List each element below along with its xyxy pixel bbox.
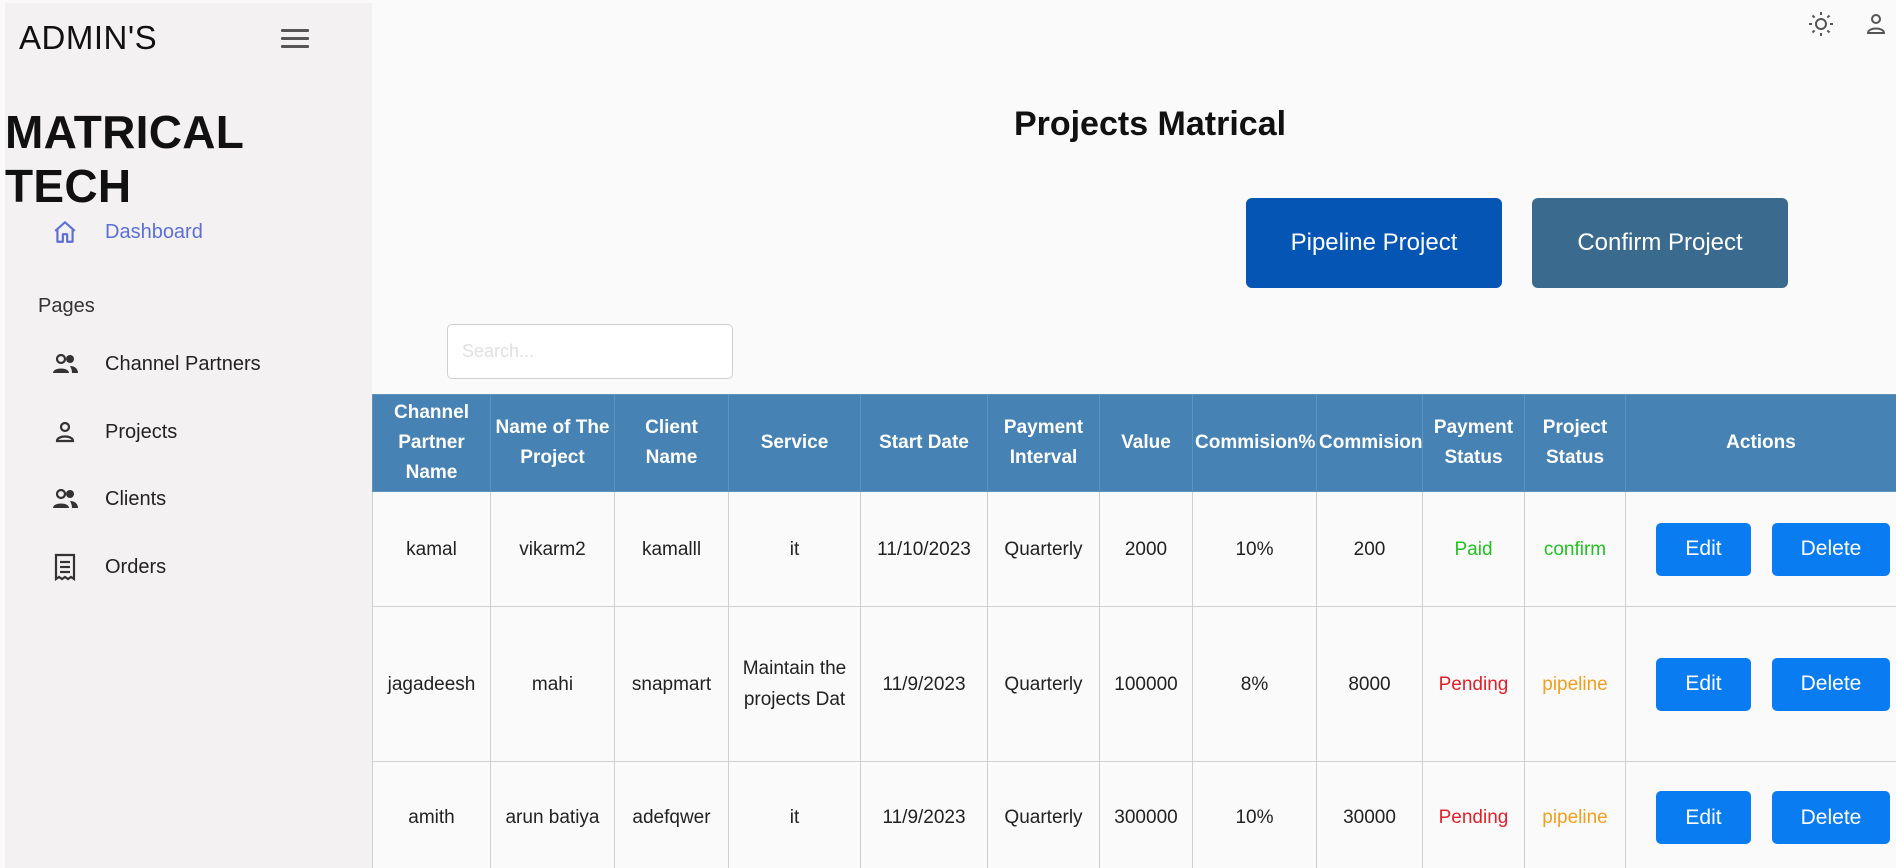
- column-header[interactable]: Commision%: [1192, 394, 1317, 492]
- table-row: kamal vikarm2 kamalll it 11/10/2023 Quar…: [372, 491, 1896, 607]
- table-header-row: Channel Partner Name Name of The Project…: [372, 394, 1896, 492]
- cell-interval: Quarterly: [987, 761, 1100, 868]
- edit-button[interactable]: Edit: [1656, 791, 1751, 844]
- table-row: amith arun batiya adefqwer it 11/9/2023 …: [372, 761, 1896, 868]
- menu-toggle-icon[interactable]: [281, 29, 309, 51]
- sidebar-item-label: Dashboard: [105, 220, 203, 243]
- cell-service: it: [728, 491, 861, 607]
- sun-icon[interactable]: [1805, 8, 1837, 40]
- users-icon: [49, 348, 81, 380]
- sidebar-item-label: Orders: [105, 555, 167, 578]
- delete-button[interactable]: Delete: [1772, 522, 1890, 576]
- column-header[interactable]: Channel Partner Name: [372, 394, 491, 492]
- projects-table: Channel Partner Name Name of The Project…: [372, 394, 1896, 868]
- sidebar-item-projects[interactable]: Projects: [49, 416, 177, 448]
- cell-actions: Edit Delete: [1625, 606, 1896, 762]
- cell-partner: kamal: [372, 491, 491, 607]
- cell-project: arun batiya: [490, 761, 615, 868]
- sidebar-item-label: Clients: [105, 487, 167, 510]
- cell-project: vikarm2: [490, 491, 615, 607]
- page-title: Projects Matrical: [1013, 105, 1287, 143]
- cell-value: 100000: [1099, 606, 1193, 762]
- cell-commission-pct: 10%: [1192, 761, 1317, 868]
- cell-start-date: 11/9/2023: [860, 761, 988, 868]
- cell-commission: 200: [1316, 491, 1423, 607]
- cell-commission-pct: 10%: [1192, 491, 1317, 607]
- cell-value: 2000: [1099, 491, 1193, 607]
- cell-payment-status: Paid: [1422, 491, 1525, 607]
- cell-actions: Edit Delete: [1625, 761, 1896, 868]
- admin-label: ADMIN'S: [19, 19, 158, 56]
- column-header[interactable]: Start Date: [860, 394, 988, 492]
- column-header[interactable]: Value: [1099, 394, 1193, 492]
- cell-project-status: pipeline: [1524, 761, 1626, 868]
- pipeline-project-button[interactable]: Pipeline Project: [1246, 198, 1502, 288]
- column-header[interactable]: Commision: [1316, 394, 1423, 492]
- receipt-icon: [49, 551, 81, 583]
- cell-value: 300000: [1099, 761, 1193, 868]
- edit-button[interactable]: Edit: [1656, 522, 1751, 576]
- column-header[interactable]: Client Name: [614, 394, 729, 492]
- delete-button[interactable]: Delete: [1772, 791, 1890, 844]
- users-icon: [49, 483, 81, 515]
- search-input[interactable]: [447, 324, 733, 379]
- cell-partner: jagadeesh: [372, 606, 491, 762]
- cell-commission: 8000: [1316, 606, 1423, 762]
- sidebar-item-label: Channel Partners: [105, 352, 261, 375]
- column-header[interactable]: Payment Interval: [987, 394, 1100, 492]
- cell-project-status: pipeline: [1524, 606, 1626, 762]
- cell-client: kamalll: [614, 491, 729, 607]
- column-header[interactable]: Payment Status: [1422, 394, 1525, 492]
- sidebar-item-orders[interactable]: Orders: [49, 551, 166, 583]
- user-icon: [49, 416, 81, 448]
- column-header[interactable]: Name of The Project: [490, 394, 615, 492]
- cell-commission-pct: 8%: [1192, 606, 1317, 762]
- cell-client: adefqwer: [614, 761, 729, 868]
- sidebar: ADMIN'S MATRICAL TECH Dashboard Pages Ch…: [5, 3, 372, 868]
- confirm-project-button[interactable]: Confirm Project: [1532, 198, 1788, 288]
- column-header[interactable]: Project Status: [1524, 394, 1626, 492]
- edit-button[interactable]: Edit: [1656, 657, 1751, 711]
- column-header[interactable]: Service: [728, 394, 861, 492]
- cell-service: it: [728, 761, 861, 868]
- cell-payment-status: Pending: [1422, 606, 1525, 762]
- delete-button[interactable]: Delete: [1772, 657, 1890, 711]
- cell-interval: Quarterly: [987, 491, 1100, 607]
- cell-partner: amith: [372, 761, 491, 868]
- cell-start-date: 11/9/2023: [860, 606, 988, 762]
- pages-section-label: Pages: [38, 295, 95, 317]
- cell-project: mahi: [490, 606, 615, 762]
- profile-icon[interactable]: [1860, 8, 1892, 40]
- cell-payment-status: Pending: [1422, 761, 1525, 868]
- brand-title: MATRICAL TECH: [5, 106, 244, 212]
- sidebar-item-clients[interactable]: Clients: [49, 483, 166, 515]
- column-header: Actions: [1625, 394, 1896, 492]
- home-icon: [49, 216, 81, 248]
- cell-project-status: confirm: [1524, 491, 1626, 607]
- cell-service: Maintain the projects Dat: [728, 606, 861, 762]
- cell-commission: 30000: [1316, 761, 1423, 868]
- cell-interval: Quarterly: [987, 606, 1100, 762]
- sidebar-item-channel-partners[interactable]: Channel Partners: [49, 348, 261, 380]
- cell-start-date: 11/10/2023: [860, 491, 988, 607]
- table-row: jagadeesh mahi snapmart Maintain the pro…: [372, 606, 1896, 762]
- sidebar-item-label: Projects: [105, 420, 178, 443]
- cell-client: snapmart: [614, 606, 729, 762]
- sidebar-item-dashboard[interactable]: Dashboard: [49, 216, 203, 248]
- cell-actions: Edit Delete: [1625, 491, 1896, 607]
